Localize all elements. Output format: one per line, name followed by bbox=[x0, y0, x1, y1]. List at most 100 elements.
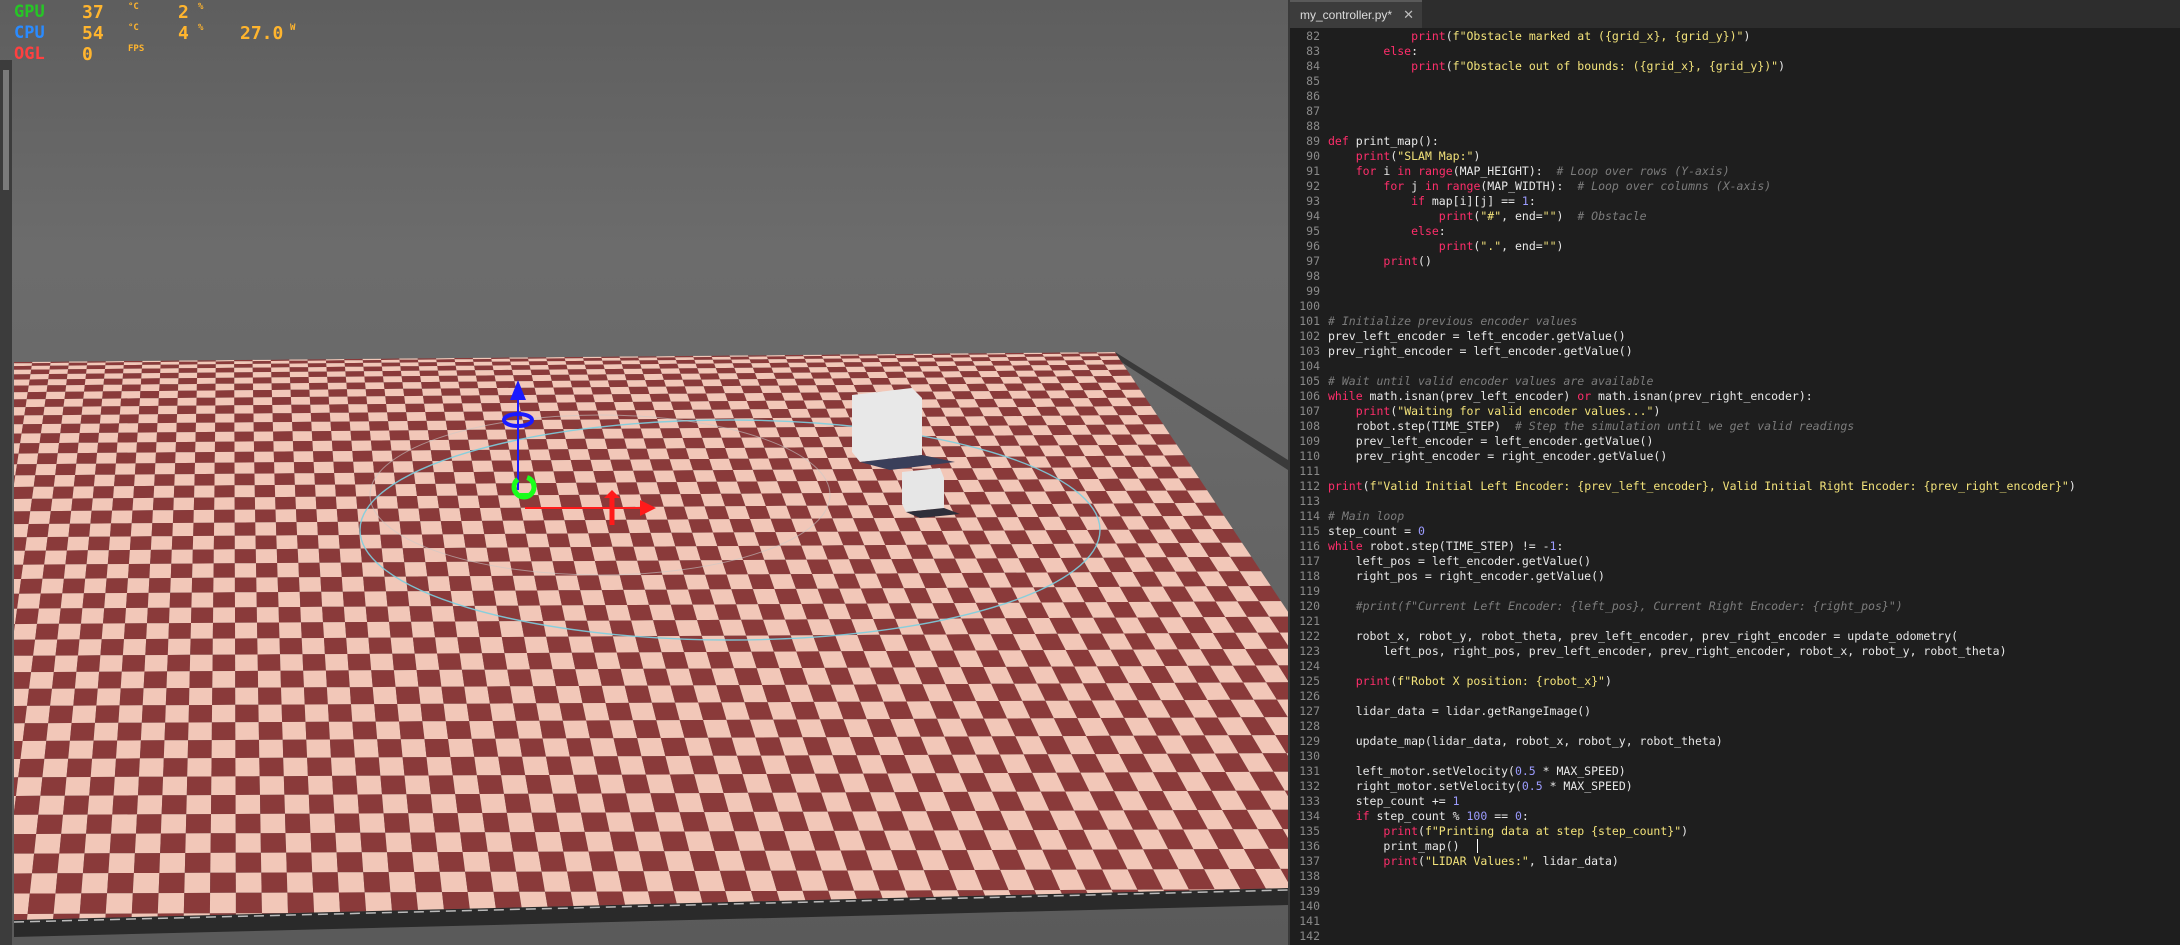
code-line[interactable]: 140 bbox=[1290, 899, 2180, 914]
code-line[interactable]: 113 bbox=[1290, 494, 2180, 509]
code-line[interactable]: 98 bbox=[1290, 269, 2180, 284]
hud-u1: °C bbox=[128, 2, 139, 12]
line-number: 98 bbox=[1306, 269, 1320, 283]
viewport-scrollbar-thumb[interactable] bbox=[3, 70, 9, 190]
viewport-scrollbar[interactable] bbox=[0, 60, 12, 945]
line-number: 132 bbox=[1299, 779, 1320, 793]
code-line[interactable]: 86 bbox=[1290, 89, 2180, 104]
line-number: 83 bbox=[1306, 44, 1320, 58]
line-text: print("#", end="") # Obstacle bbox=[1438, 209, 1647, 223]
code-line[interactable]: 115 step_count = 0 bbox=[1290, 524, 2180, 539]
line-text: left_pos = left_encoder.getValue() bbox=[1328, 554, 1592, 568]
line-number: 115 bbox=[1299, 524, 1320, 538]
code-line[interactable]: 128 bbox=[1290, 719, 2180, 734]
code-line[interactable]: 104 bbox=[1290, 359, 2180, 374]
code-line[interactable]: 139 bbox=[1290, 884, 2180, 899]
code-line[interactable]: 97 print() bbox=[1290, 254, 2180, 269]
line-text: else: bbox=[1411, 224, 1446, 238]
line-text: print(".", end="") bbox=[1438, 239, 1564, 253]
code-line[interactable]: 94 print("#", end="") # Obstacle bbox=[1290, 209, 2180, 224]
code-line[interactable]: 127 lidar_data = lidar.getRangeImage() bbox=[1290, 704, 2180, 719]
line-number: 122 bbox=[1299, 629, 1320, 643]
code-line[interactable]: 133 step_count += 1 bbox=[1290, 794, 2180, 809]
line-number: 142 bbox=[1299, 929, 1320, 943]
code-line[interactable]: 118 right_pos = right_encoder.getValue() bbox=[1290, 569, 2180, 584]
code-line[interactable]: 85 bbox=[1290, 74, 2180, 89]
code-line[interactable]: 92 for j in range(MAP_WIDTH): # Loop ove… bbox=[1290, 179, 2180, 194]
code-line[interactable]: 89 def print_map(): bbox=[1290, 134, 2180, 149]
line-number: 85 bbox=[1306, 74, 1320, 88]
line-text: for i in range(MAP_HEIGHT): # Loop over … bbox=[1355, 164, 1730, 178]
file-tab-title: my_controller.py* bbox=[1300, 8, 1393, 22]
code-line[interactable]: 136 print_map() bbox=[1290, 839, 2180, 854]
line-number: 111 bbox=[1299, 464, 1320, 478]
code-line[interactable]: 122 robot_x, robot_y, robot_theta, prev_… bbox=[1290, 629, 2180, 644]
code-line[interactable]: 141 bbox=[1290, 914, 2180, 929]
code-line[interactable]: 90 print("SLAM Map:") bbox=[1290, 149, 2180, 164]
code-line[interactable]: 112 print(f"Valid Initial Left Encoder: {… bbox=[1290, 479, 2180, 494]
code-line[interactable]: 108 robot.step(TIME_STEP) # Step the sim… bbox=[1290, 419, 2180, 434]
line-number: 136 bbox=[1299, 839, 1320, 853]
code-line[interactable]: 110 prev_right_encoder = right_encoder.g… bbox=[1290, 449, 2180, 464]
code-line[interactable]: 134 if step_count % 100 == 0: bbox=[1290, 809, 2180, 824]
code-line[interactable]: 100 bbox=[1290, 299, 2180, 314]
code-line[interactable]: 130 bbox=[1290, 749, 2180, 764]
code-line[interactable]: 107 print("Waiting for valid encoder val… bbox=[1290, 404, 2180, 419]
file-tab[interactable]: my_controller.py* ✕ bbox=[1290, 0, 1422, 28]
line-text: def print_map(): bbox=[1328, 134, 1439, 148]
line-text: prev_right_encoder = left_encoder.getVal… bbox=[1328, 344, 1633, 358]
line-text: print("Waiting for valid encoder values.… bbox=[1355, 404, 1661, 418]
scene-canvas[interactable] bbox=[0, 0, 1288, 945]
hud-u1: FPS bbox=[128, 44, 145, 54]
code-line[interactable]: 131 left_motor.setVelocity(0.5 * MAX_SPE… bbox=[1290, 764, 2180, 779]
hud-v2: 2 bbox=[178, 2, 189, 23]
code-line[interactable]: 126 bbox=[1290, 689, 2180, 704]
line-number: 88 bbox=[1306, 119, 1320, 133]
close-icon[interactable]: ✕ bbox=[1403, 7, 1414, 23]
code-line[interactable]: 135 print(f"Printing data at step {step_… bbox=[1290, 824, 2180, 839]
code-line[interactable]: 123 left_pos, right_pos, prev_left_encod… bbox=[1290, 644, 2180, 659]
code-line[interactable]: 119 bbox=[1290, 584, 2180, 599]
line-number: 96 bbox=[1306, 239, 1320, 253]
line-number: 86 bbox=[1306, 89, 1320, 103]
code-line[interactable]: 99 bbox=[1290, 284, 2180, 299]
code-line[interactable]: 121 bbox=[1290, 614, 2180, 629]
line-text: print(f"Obstacle marked at ({grid_x}, {g… bbox=[1411, 29, 1751, 43]
code-line[interactable]: 95 else: bbox=[1290, 224, 2180, 239]
code-line[interactable]: 83 else: bbox=[1290, 44, 2180, 59]
code-line[interactable]: 93 if map[i][j] == 1: bbox=[1290, 194, 2180, 209]
code-editor[interactable]: my_controller.py* ✕ 82 print(f"Obstacle … bbox=[1288, 0, 2180, 945]
line-number: 82 bbox=[1306, 29, 1320, 43]
code-line[interactable]: 91 for i in range(MAP_HEIGHT): # Loop ov… bbox=[1290, 164, 2180, 179]
3d-viewport[interactable]: GPU 37 °C 2% CPU 54 °C 4% 27.0 W OGL 0 FPS bbox=[0, 0, 1288, 945]
code-line[interactable]: 102 prev_left_encoder = left_encoder.getV… bbox=[1290, 329, 2180, 344]
code-line[interactable]: 109 prev_left_encoder = left_encoder.get… bbox=[1290, 434, 2180, 449]
line-text: robot_x, robot_y, robot_theta, prev_left… bbox=[1328, 629, 1959, 643]
code-line[interactable]: 117 left_pos = left_encoder.getValue() bbox=[1290, 554, 2180, 569]
code-line[interactable]: 111 bbox=[1290, 464, 2180, 479]
code-area[interactable]: 82 print(f"Obstacle marked at ({grid_x},… bbox=[1290, 29, 2180, 945]
code-line[interactable]: 87 bbox=[1290, 104, 2180, 119]
code-line[interactable]: 105 # Wait until valid encoder values are… bbox=[1290, 374, 2180, 389]
code-line[interactable]: 132 right_motor.setVelocity(0.5 * MAX_SP… bbox=[1290, 779, 2180, 794]
code-line[interactable]: 84 print(f"Obstacle out of bounds: ({gri… bbox=[1290, 59, 2180, 74]
code-line[interactable]: 88 bbox=[1290, 119, 2180, 134]
code-line[interactable]: 129 update_map(lidar_data, robot_x, robo… bbox=[1290, 734, 2180, 749]
code-line[interactable]: 101 # Initialize previous encoder values bbox=[1290, 314, 2180, 329]
hud-u2: % bbox=[198, 2, 204, 12]
code-line[interactable]: 124 bbox=[1290, 659, 2180, 674]
line-number: 124 bbox=[1299, 659, 1320, 673]
code-line[interactable]: 82 print(f"Obstacle marked at ({grid_x},… bbox=[1290, 29, 2180, 44]
code-line[interactable]: 96 print(".", end="") bbox=[1290, 239, 2180, 254]
code-line[interactable]: 116 while robot.step(TIME_STEP) != -1: bbox=[1290, 539, 2180, 554]
code-line[interactable]: 120 #print(f"Current Left Encoder: {left… bbox=[1290, 599, 2180, 614]
line-text: # Wait until valid encoder values are av… bbox=[1328, 374, 1654, 388]
code-line[interactable]: 114 # Main loop bbox=[1290, 509, 2180, 524]
code-line[interactable]: 142 bbox=[1290, 929, 2180, 944]
code-line[interactable]: 103 prev_right_encoder = left_encoder.get… bbox=[1290, 344, 2180, 359]
code-line[interactable]: 106 while math.isnan(prev_left_encoder) o… bbox=[1290, 389, 2180, 404]
code-line[interactable]: 137 print("LIDAR Values:", lidar_data) bbox=[1290, 854, 2180, 869]
hud-label: CPU bbox=[14, 23, 45, 43]
code-line[interactable]: 138 bbox=[1290, 869, 2180, 884]
code-line[interactable]: 125 print(f"Robot X position: {robot_x}"… bbox=[1290, 674, 2180, 689]
